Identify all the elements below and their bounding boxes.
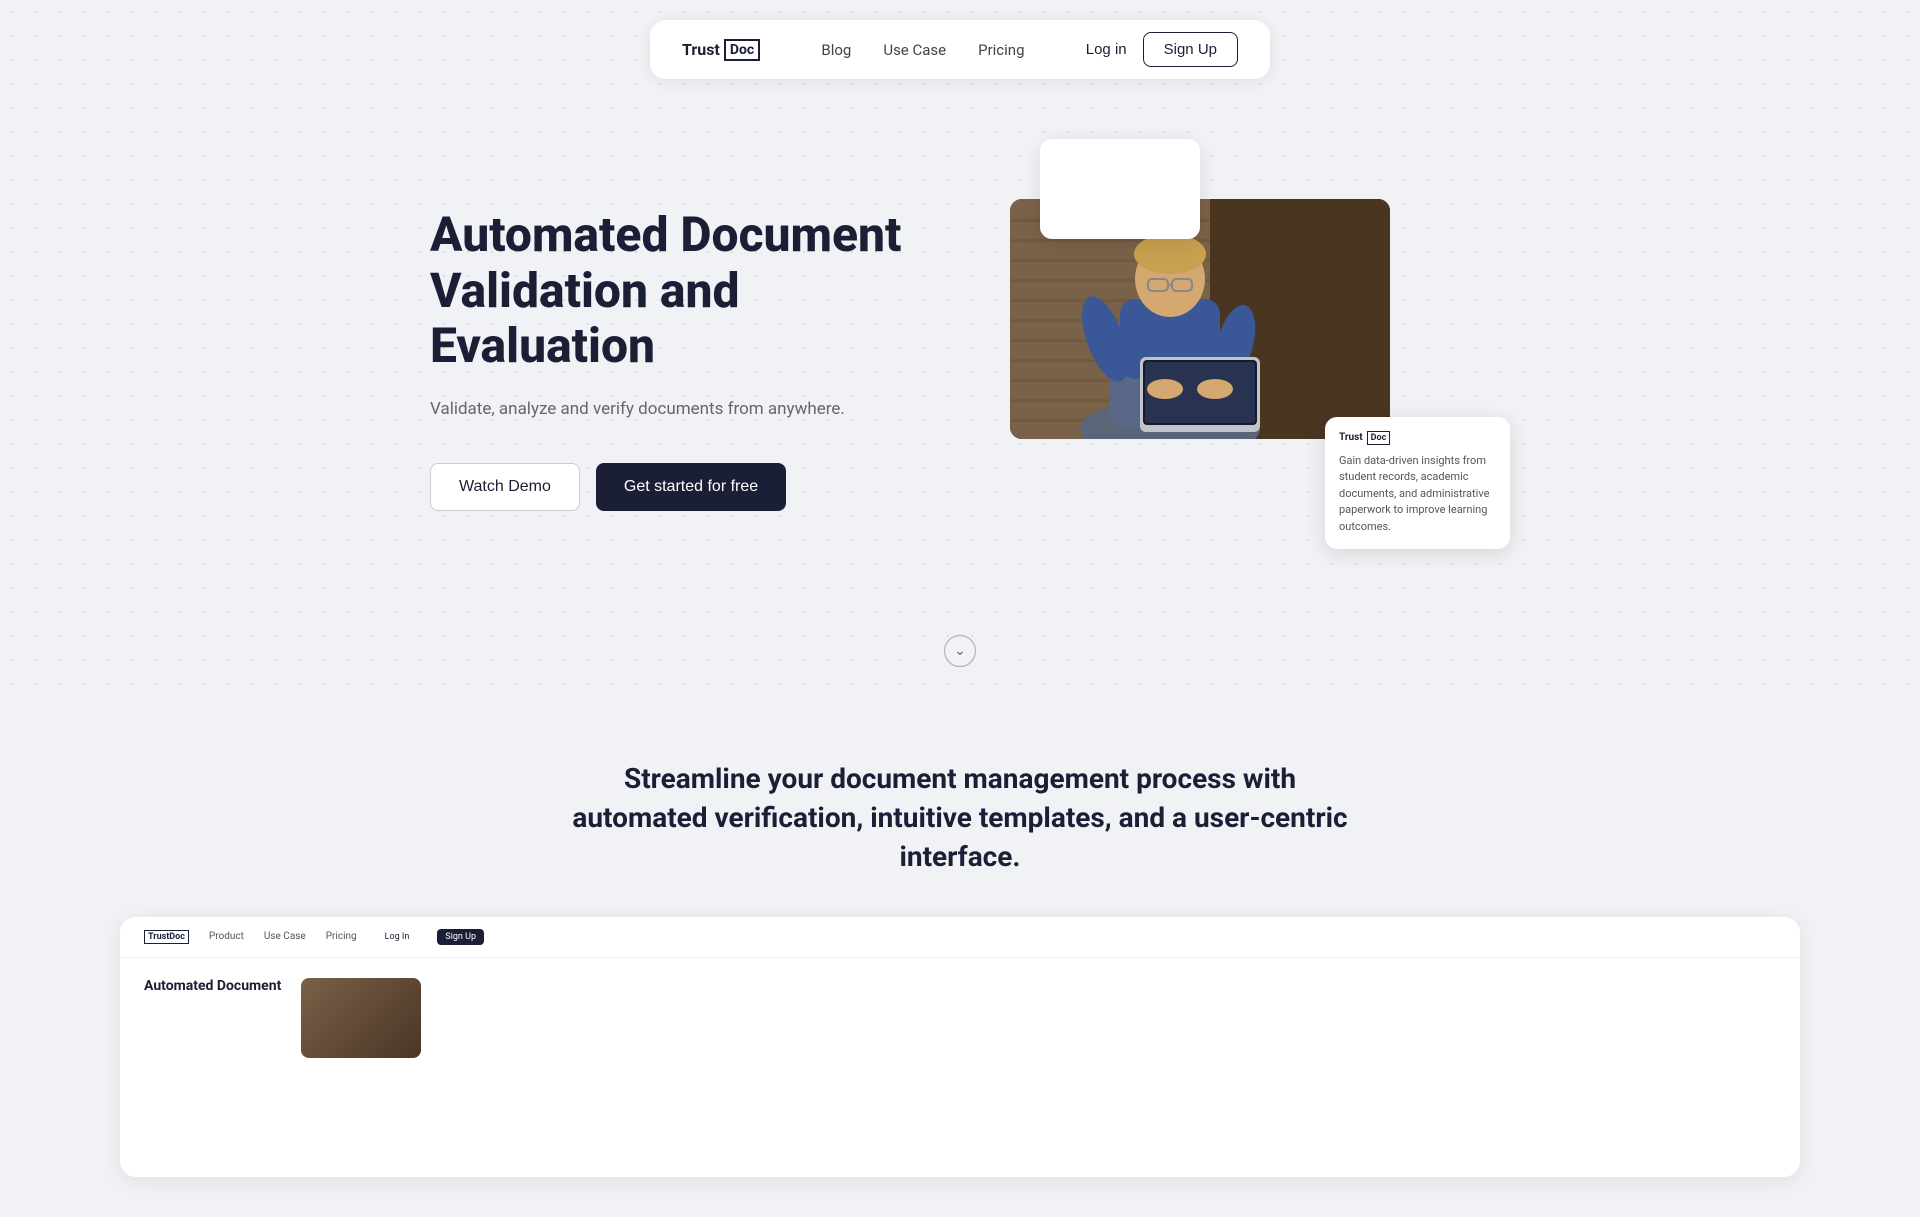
tooltip-logo-trust: Trust bbox=[1339, 432, 1363, 443]
hero-right: Trust Doc Gain data-driven insights from… bbox=[990, 139, 1490, 579]
scroll-chevron-button[interactable]: ⌄ bbox=[944, 635, 976, 667]
preview-logo: TrustDoc bbox=[144, 930, 189, 944]
hero-card-top bbox=[1040, 139, 1200, 239]
logo[interactable]: Trust Doc bbox=[682, 39, 760, 61]
preview-nav-usecase: Use Case bbox=[264, 931, 306, 942]
nav-link-usecase[interactable]: Use Case bbox=[883, 41, 946, 59]
preview-doc-title: Automated Document bbox=[144, 978, 281, 994]
nav-links: Blog Use Case Pricing bbox=[800, 41, 1046, 59]
preview-content: Automated Document bbox=[120, 958, 1800, 1078]
hero-tooltip: Trust Doc Gain data-driven insights from… bbox=[1325, 417, 1510, 550]
tooltip-text: Gain data-driven insights from student r… bbox=[1339, 453, 1496, 536]
preview-signup: Sign Up bbox=[437, 929, 484, 945]
logo-doc: Doc bbox=[724, 39, 760, 61]
hero-left: Automated Document Validation and Evalua… bbox=[430, 207, 930, 510]
features-preview: TrustDoc Product Use Case Pricing Log In… bbox=[120, 917, 1800, 1177]
preview-login: Log In bbox=[377, 929, 418, 945]
hero-buttons: Watch Demo Get started for free bbox=[430, 463, 930, 511]
preview-nav-product: Product bbox=[209, 931, 244, 942]
signup-button[interactable]: Sign Up bbox=[1143, 32, 1238, 67]
navbar-wrapper: Trust Doc Blog Use Case Pricing Log in S… bbox=[0, 0, 1920, 79]
features-title: Streamline your document management proc… bbox=[570, 759, 1350, 877]
tooltip-logo: Trust Doc bbox=[1339, 431, 1496, 445]
preview-navbar: TrustDoc Product Use Case Pricing Log In… bbox=[120, 917, 1800, 958]
nav-link-blog[interactable]: Blog bbox=[821, 41, 851, 59]
tooltip-logo-doc: Doc bbox=[1367, 431, 1391, 445]
get-started-button[interactable]: Get started for free bbox=[596, 463, 786, 511]
logo-trust: Trust bbox=[682, 40, 720, 59]
nav-actions: Log in Sign Up bbox=[1086, 32, 1238, 67]
hero-title: Automated Document Validation and Evalua… bbox=[430, 207, 930, 373]
nav-link-pricing[interactable]: Pricing bbox=[978, 41, 1024, 59]
navbar: Trust Doc Blog Use Case Pricing Log in S… bbox=[650, 20, 1270, 79]
preview-image bbox=[301, 978, 421, 1058]
hero-section: Automated Document Validation and Evalua… bbox=[0, 79, 1920, 619]
scroll-indicator: ⌄ bbox=[0, 619, 1920, 699]
features-section: Streamline your document management proc… bbox=[0, 699, 1920, 1217]
login-button[interactable]: Log in bbox=[1086, 41, 1127, 58]
preview-nav-pricing: Pricing bbox=[326, 931, 357, 942]
hero-subtitle: Validate, analyze and verify documents f… bbox=[430, 397, 930, 423]
watch-demo-button[interactable]: Watch Demo bbox=[430, 463, 580, 511]
chevron-down-icon: ⌄ bbox=[954, 643, 966, 659]
preview-text-block: Automated Document bbox=[144, 978, 281, 1058]
